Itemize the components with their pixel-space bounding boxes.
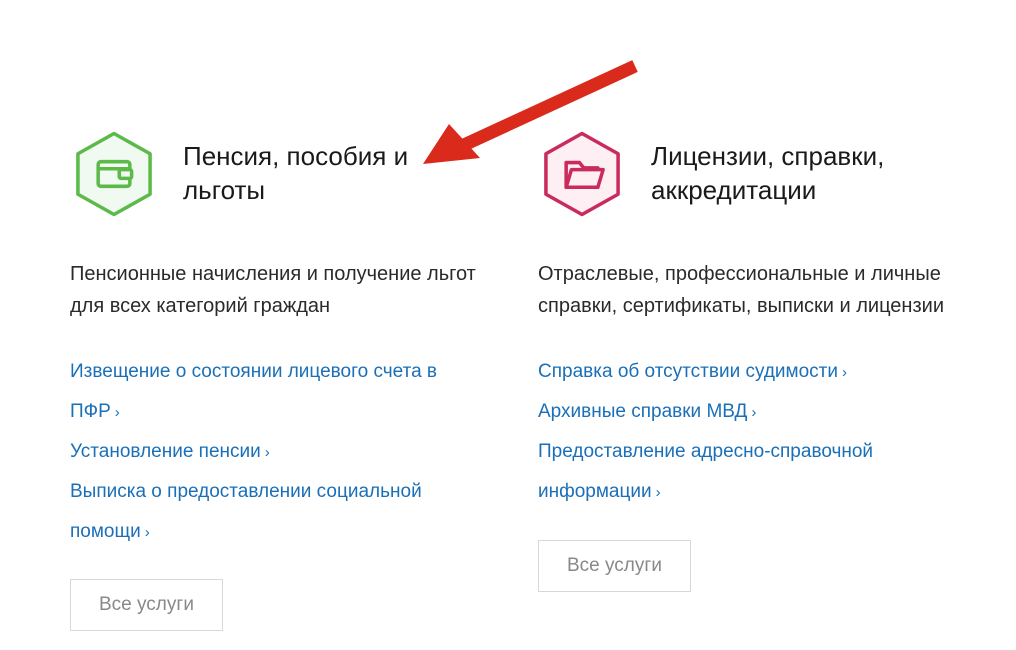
service-link[interactable]: Справка об отсутствии судимости› [538,352,946,392]
link-label: Выписка о предоставлении социальной помо… [70,481,422,542]
links-list: Справка об отсутствии судимости› Архивны… [538,352,946,512]
all-services-button[interactable]: Все услуги [70,579,223,631]
card-title: Пенсия, пособия и льготы [183,130,478,208]
chevron-right-icon: › [656,484,661,501]
chevron-right-icon: › [842,364,847,381]
service-link[interactable]: Извещение о состоянии лицевого счета в П… [70,352,478,432]
licenses-card: Лицензии, справки, аккредитации Отраслев… [538,130,946,631]
wallet-icon [70,130,158,218]
link-label: Установление пенсии [70,441,261,462]
card-description: Пенсионные начисления и получение льгот … [70,258,478,322]
service-link[interactable]: Установление пенсии› [70,432,478,472]
pension-card: Пенсия, пособия и льготы Пенсионные начи… [70,130,478,631]
card-title: Лицензии, справки, аккредитации [651,130,946,208]
card-header: Лицензии, справки, аккредитации [538,130,946,218]
service-link[interactable]: Архивные справки МВД› [538,392,946,432]
card-header: Пенсия, пособия и льготы [70,130,478,218]
chevron-right-icon: › [751,404,756,421]
link-label: Справка об отсутствии судимости [538,361,838,382]
service-link[interactable]: Выписка о предоставлении социальной помо… [70,472,478,552]
link-label: Предоставление адресно-справочной информ… [538,441,873,502]
service-link[interactable]: Предоставление адресно-справочной информ… [538,432,946,512]
chevron-right-icon: › [115,404,120,421]
all-services-button[interactable]: Все услуги [538,540,691,592]
links-list: Извещение о состоянии лицевого счета в П… [70,352,478,551]
link-label: Архивные справки МВД [538,401,747,422]
chevron-right-icon: › [265,444,270,461]
card-description: Отраслевые, профессиональные и личные сп… [538,258,946,322]
folder-icon [538,130,626,218]
cards-container: Пенсия, пособия и льготы Пенсионные начи… [0,0,1016,631]
link-label: Извещение о состоянии лицевого счета в П… [70,361,437,422]
chevron-right-icon: › [145,524,150,541]
